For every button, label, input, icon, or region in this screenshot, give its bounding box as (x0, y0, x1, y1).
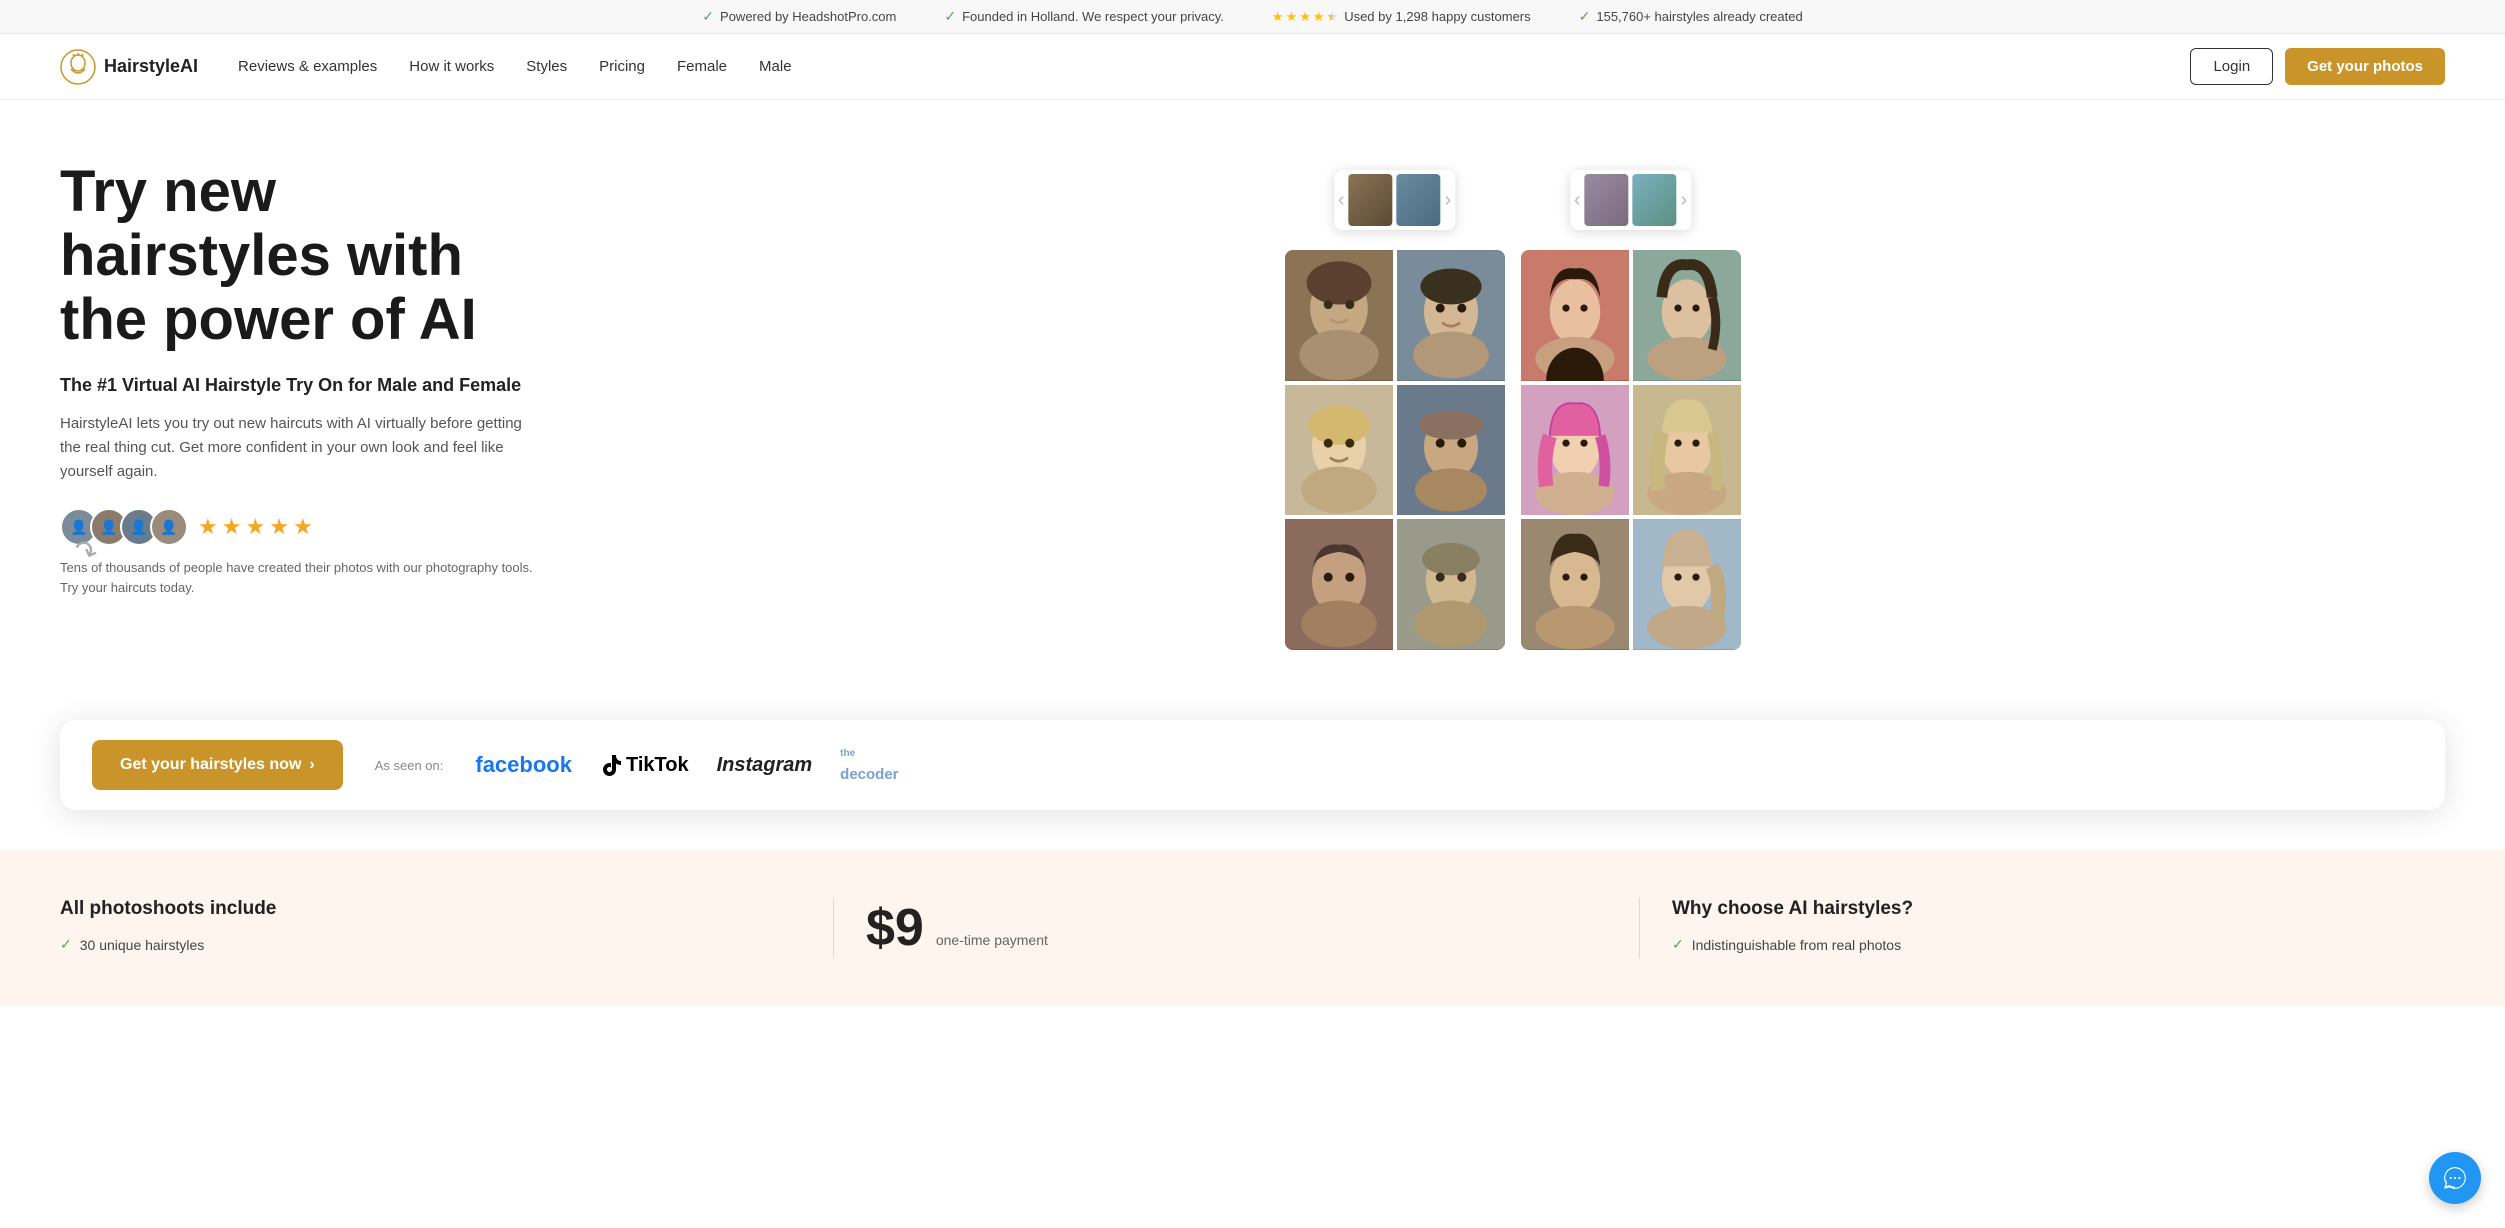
female-cell-3 (1521, 385, 1629, 516)
male-cell-2 (1397, 250, 1505, 381)
as-seen-on-label: As seen on: (375, 758, 444, 773)
photoshoots-item-text: 30 unique hairstyles (80, 937, 205, 953)
arrow-down-icon: ↷ (69, 532, 531, 680)
male-grid-wrapper: ‹ › (1285, 190, 1505, 680)
bottom-col-2: $9 one-time payment (834, 898, 1640, 958)
male-cell-4 (1397, 385, 1505, 516)
topbar-text-4: 155,760+ hairstyles already created (1596, 9, 1802, 24)
female-cell-2 (1633, 250, 1741, 381)
check-icon-photoshoot: ✓ (60, 936, 72, 953)
login-button[interactable]: Login (2190, 48, 2273, 85)
male-cell-1 (1285, 250, 1393, 381)
check-icon-ai: ✓ (1672, 936, 1684, 953)
get-hairstyles-label: Get your hairstyles now (120, 756, 301, 774)
hero-section: Try new hairstyles with the power of AI … (0, 100, 2505, 680)
hero-description: HairstyleAI lets you try out new haircut… (60, 412, 540, 484)
topbar-text-3: Used by 1,298 happy customers (1344, 9, 1530, 24)
male-hair-grid (1285, 250, 1505, 650)
topbar-text-2: Founded in Holland. We respect your priv… (962, 9, 1224, 24)
topbar-item-1: ✓ Powered by HeadshotPro.com (702, 8, 896, 25)
topbar-item-2: ✓ Founded in Holland. We respect your pr… (944, 8, 1224, 25)
before-thumb-female (1585, 174, 1629, 226)
nav-pricing[interactable]: Pricing (599, 58, 645, 75)
why-ai-title: Why choose AI hairstyles? (1672, 898, 2413, 920)
chat-icon (2442, 1165, 2468, 1191)
check-icon-1: ✓ (702, 8, 714, 25)
check-icon-2: ✓ (944, 8, 956, 25)
tiktok-logo: TikTok (600, 754, 689, 777)
female-grid-wrapper: ‹ › (1521, 190, 1741, 680)
instagram-logo: Instagram (717, 754, 813, 777)
bottom-col-1: All photoshoots include ✓ 30 unique hair… (60, 898, 834, 958)
arrow-right-icon: › (309, 756, 314, 774)
hero-left: Try new hairstyles with the power of AI … (60, 160, 580, 680)
male-before-after: ‹ › (1334, 170, 1455, 230)
female-cell-1 (1521, 250, 1629, 381)
logo-text: HairstyleAI (104, 56, 198, 77)
logo-icon (60, 49, 96, 85)
price-display: $9 one-time payment (866, 898, 1607, 958)
header-actions: Login Get your photos (2190, 48, 2445, 85)
tiktok-label: TikTok (626, 754, 689, 777)
get-hairstyles-button[interactable]: Get your hairstyles now › (92, 740, 343, 790)
why-ai-item-1: ✓ Indistinguishable from real photos (1672, 936, 2413, 953)
hero-title: Try new hairstyles with the power of AI (60, 160, 540, 351)
why-ai-item-text: Indistinguishable from real photos (1692, 937, 1901, 953)
facebook-logo: facebook (475, 752, 572, 778)
price-label: one-time payment (936, 932, 1048, 948)
before-thumb-male (1349, 174, 1393, 226)
nav-styles[interactable]: Styles (526, 58, 567, 75)
right-arrow-icon-male: › (1445, 189, 1452, 212)
header: HairstyleAI Reviews & examples How it wo… (0, 34, 2505, 100)
price-value: $9 (866, 898, 924, 958)
avatar-row: 👤 👤 👤 👤 ★ ★ ★ ★ ★ (60, 508, 540, 546)
get-photos-button[interactable]: Get your photos (2285, 48, 2445, 85)
bottom-section: All photoshoots include ✓ 30 unique hair… (0, 850, 2505, 1006)
star-rating: ★ ★ ★ ★ ★★ (1272, 9, 1338, 25)
top-bar: ✓ Powered by HeadshotPro.com ✓ Founded i… (0, 0, 2505, 34)
floating-bar: Get your hairstyles now › As seen on: fa… (60, 720, 2445, 810)
photoshoots-title: All photoshoots include (60, 898, 801, 920)
nav-how-it-works[interactable]: How it works (409, 58, 494, 75)
avatar-4: 👤 (150, 508, 188, 546)
female-cell-4 (1633, 385, 1741, 516)
nav: Reviews & examples How it works Styles P… (238, 58, 2190, 75)
bottom-col-3: Why choose AI hairstyles? ✓ Indistinguis… (1640, 898, 2445, 958)
male-cell-6 (1397, 519, 1505, 650)
female-hair-grid (1521, 250, 1741, 650)
right-arrow-icon-female: › (1681, 189, 1688, 212)
topbar-text-1: Powered by HeadshotPro.com (720, 9, 896, 24)
left-arrow-icon-female: ‹ (1574, 189, 1581, 212)
female-cell-6 (1633, 519, 1741, 650)
male-cell-5 (1285, 519, 1393, 650)
male-cell-3 (1285, 385, 1393, 516)
left-arrow-icon: ‹ (1338, 189, 1345, 212)
after-thumb-male (1397, 174, 1441, 226)
hero-right: ‹ › (580, 160, 2445, 680)
topbar-item-3: ★ ★ ★ ★ ★★ Used by 1,298 happy customers (1272, 8, 1531, 25)
decoder-logo: the decoder (840, 748, 898, 783)
topbar-item-4: ✓ 155,760+ hairstyles already created (1579, 8, 1803, 25)
female-cell-5 (1521, 519, 1629, 650)
female-before-after: ‹ › (1570, 170, 1691, 230)
tiktok-icon (600, 754, 622, 776)
check-icon-4: ✓ (1579, 8, 1591, 25)
nav-female[interactable]: Female (677, 58, 727, 75)
hero-subtitle: The #1 Virtual AI Hairstyle Try On for M… (60, 375, 540, 396)
hero-rating: ★ ★ ★ ★ ★ (198, 514, 313, 540)
logo[interactable]: HairstyleAI (60, 49, 198, 85)
social-logos: facebook TikTok Instagram the decoder (475, 748, 898, 783)
chat-button[interactable] (2429, 1152, 2481, 1204)
nav-male[interactable]: Male (759, 58, 792, 75)
nav-reviews[interactable]: Reviews & examples (238, 58, 377, 75)
after-thumb-female (1633, 174, 1677, 226)
photoshoots-item-1: ✓ 30 unique hairstyles (60, 936, 801, 953)
